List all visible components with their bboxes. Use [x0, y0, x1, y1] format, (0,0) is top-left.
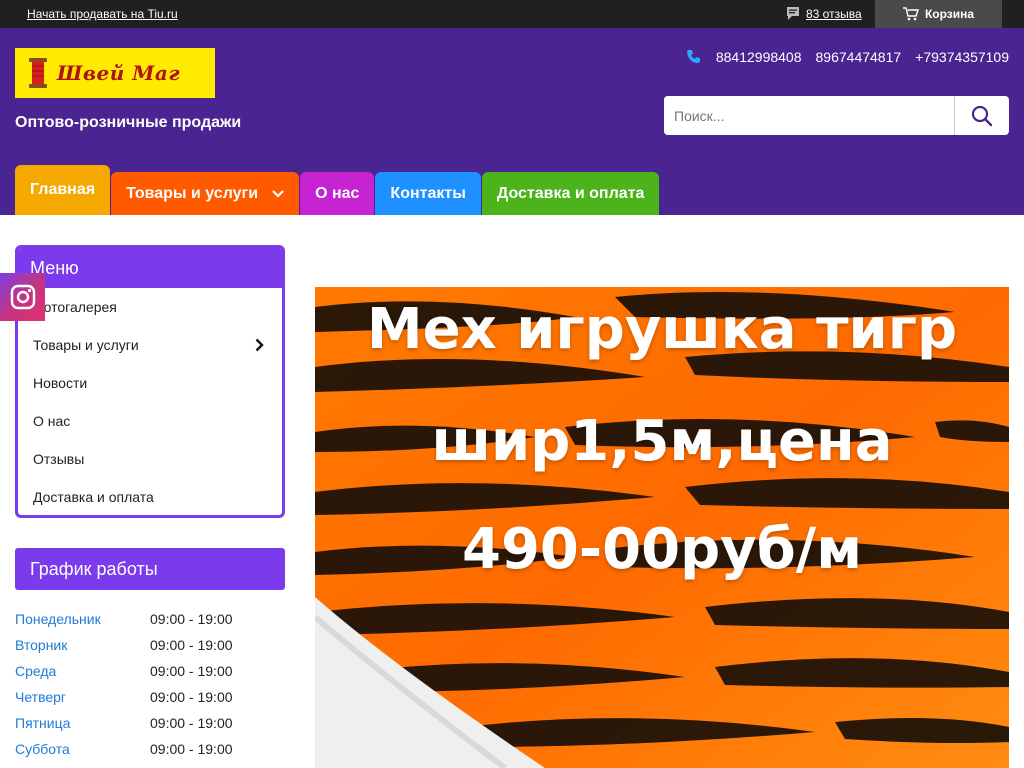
nav-item-delivery[interactable]: Доставка и оплата — [481, 172, 660, 215]
schedule-hours: 09:00 - 19:00 — [150, 715, 233, 731]
sidebar-menu: Меню Фотогалерея Товары и услуги Новости… — [15, 245, 285, 518]
sidebar-item-label: Доставка и оплата — [33, 489, 154, 505]
search-button[interactable] — [954, 96, 1009, 135]
thread-spool-icon — [29, 58, 47, 88]
schedule-day: Понедельник — [15, 611, 101, 627]
banner-line-1: Мех игрушка тигр — [366, 297, 958, 362]
reviews-count-label: 83 отзыва — [806, 7, 862, 21]
nav-item-label: Контакты — [390, 184, 466, 202]
sidebar-item-label: Новости — [33, 375, 88, 391]
schedule-day: Вторник — [15, 637, 68, 653]
sidebar-item-label: О нас — [33, 413, 71, 429]
schedule-row: Четверг 09:00 - 19:00 — [15, 684, 285, 710]
chevron-down-icon — [272, 189, 284, 198]
sidebar-item-news[interactable]: Новости — [18, 364, 282, 402]
sidebar-item-products[interactable]: Товары и услуги — [18, 326, 282, 364]
sidebar-item-reviews[interactable]: Отзывы — [18, 440, 282, 478]
schedule-row: Понедельник 09:00 - 19:00 — [15, 606, 285, 632]
nav-item-contacts[interactable]: Контакты — [375, 172, 481, 215]
site-header: Швей Маг Оптово-розничные продажи 884129… — [0, 28, 1024, 215]
sidebar-item-label: Фотогалерея — [33, 299, 117, 315]
schedule-day: Среда — [15, 663, 57, 679]
instagram-icon — [10, 284, 35, 310]
phone-number[interactable]: 88412998408 — [716, 49, 802, 65]
site-logo[interactable]: Швей Маг — [15, 48, 215, 98]
banner-line-2: шир1,5м,цена — [431, 409, 893, 474]
schedule-title: График работы — [15, 548, 285, 590]
top-bar: Начать продавать на Tiu.ru 83 отзыва Кор… — [0, 0, 1024, 28]
chevron-right-icon — [255, 338, 264, 352]
phone-number[interactable]: +79374357109 — [915, 49, 1009, 65]
sidebar-item-delivery[interactable]: Доставка и оплата — [18, 478, 282, 515]
sidebar-menu-title: Меню — [18, 248, 282, 288]
site-tagline: Оптово-розничные продажи — [15, 114, 242, 131]
nav-item-about[interactable]: О нас — [300, 172, 375, 215]
schedule-hours: 09:00 - 19:00 — [150, 637, 233, 653]
nav-item-label: О нас — [315, 184, 360, 202]
phone-number[interactable]: 89674474817 — [816, 49, 902, 65]
main-nav: Главная Товары и услуги О нас Контакты Д… — [15, 165, 660, 215]
speech-bubble-icon — [787, 7, 799, 20]
instagram-button[interactable] — [0, 273, 45, 321]
nav-item-products[interactable]: Товары и услуги — [111, 172, 300, 215]
cart-label: Корзина — [924, 7, 975, 21]
schedule-row: Среда 09:00 - 19:00 — [15, 658, 285, 684]
sidebar-item-about[interactable]: О нас — [18, 402, 282, 440]
sidebar-item-gallery[interactable]: Фотогалерея — [18, 288, 282, 326]
logo-text: Швей Маг — [57, 61, 181, 85]
shopping-cart-icon — [902, 7, 919, 21]
schedule-day: Суббота — [15, 741, 70, 757]
start-selling-link[interactable]: Начать продавать на Tiu.ru — [27, 7, 178, 21]
schedule-day: Четверг — [15, 689, 67, 705]
search-input[interactable] — [664, 96, 954, 135]
search-form — [664, 96, 1009, 135]
schedule-hours: 09:00 - 19:00 — [150, 663, 233, 679]
sidebar-item-label: Товары и услуги — [33, 337, 139, 353]
search-icon — [971, 105, 993, 126]
nav-item-label: Товары и услуги — [126, 184, 259, 202]
schedule-day: Пятница — [15, 715, 71, 731]
sidebar-item-label: Отзывы — [33, 451, 85, 467]
banner-line-3: 490-00руб/м — [462, 517, 862, 582]
schedule-row: Вторник 09:00 - 19:00 — [15, 632, 285, 658]
cart-button[interactable]: Корзина — [875, 0, 1002, 28]
schedule-row: Пятница 09:00 - 19:00 — [15, 710, 285, 736]
nav-item-label: Доставка и оплата — [496, 184, 645, 202]
schedule-hours: 09:00 - 19:00 — [150, 611, 233, 627]
phone-icon — [686, 50, 700, 63]
nav-item-home[interactable]: Главная — [15, 165, 111, 215]
reviews-link[interactable]: 83 отзыва — [786, 6, 862, 22]
schedule-hours: 09:00 - 19:00 — [150, 689, 233, 705]
schedule-hours: 09:00 - 19:00 — [150, 741, 233, 757]
schedule-row: Суббота 09:00 - 19:00 — [15, 736, 285, 762]
phone-list: 88412998408 89674474817 +79374357109 — [686, 49, 1009, 65]
sidebar-menu-list: Фотогалерея Товары и услуги Новости О на… — [18, 288, 282, 515]
nav-item-label: Главная — [30, 181, 96, 198]
schedule-table: Понедельник 09:00 - 19:00 Вторник 09:00 - … — [15, 606, 285, 762]
promo-banner[interactable]: Мех игрушка тигр шир1,5м,цена 490-00руб/… — [315, 287, 1009, 768]
